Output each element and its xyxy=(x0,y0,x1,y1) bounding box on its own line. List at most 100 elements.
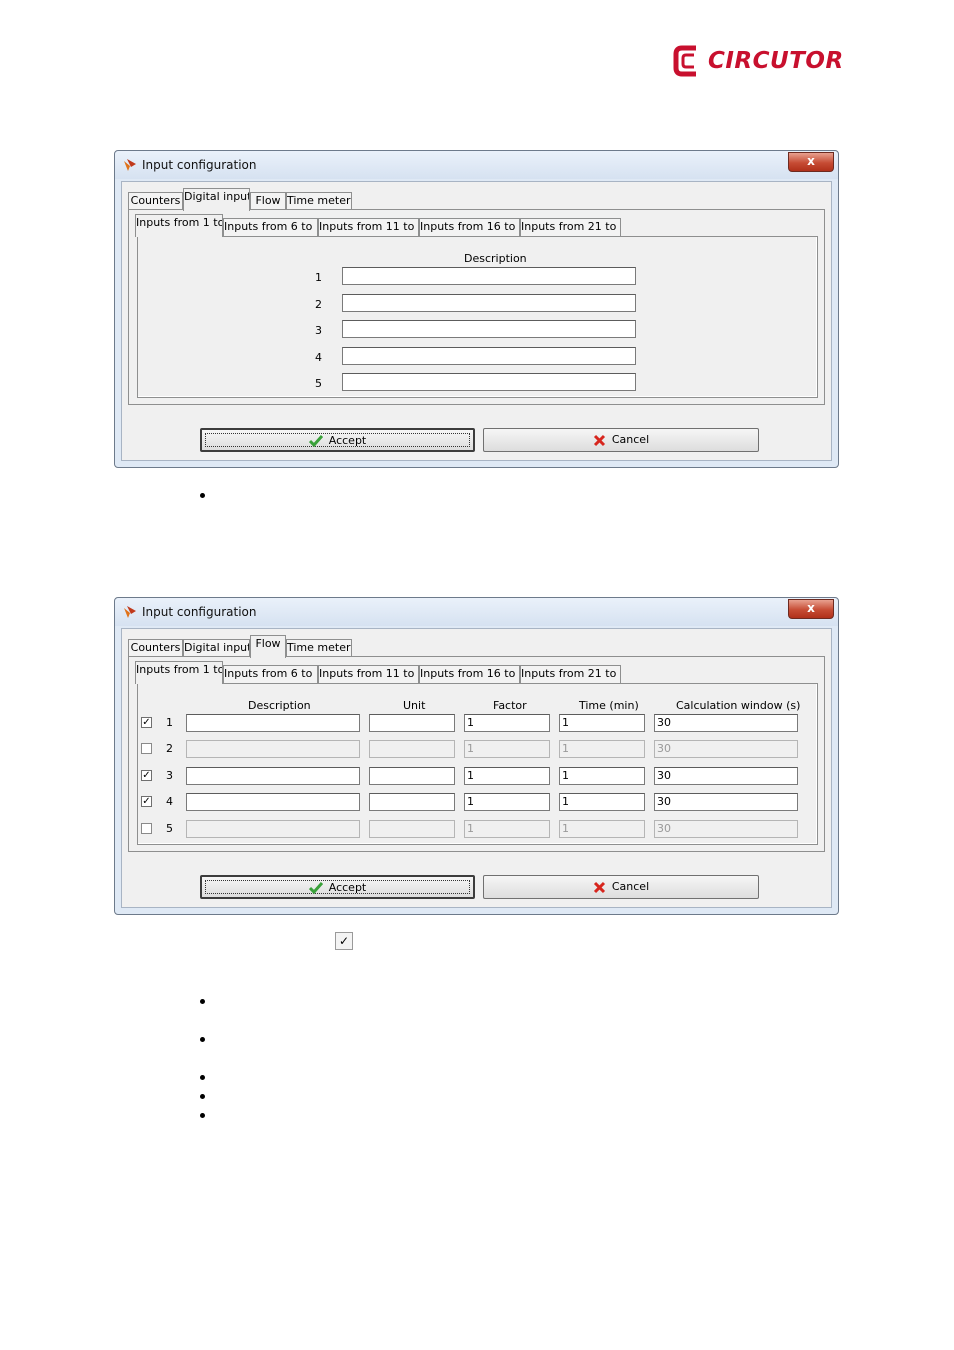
row-number: 5 xyxy=(166,822,173,835)
description-input xyxy=(186,740,360,758)
cancel-label: Cancel xyxy=(611,880,650,893)
factor-input[interactable]: 1 xyxy=(464,793,550,811)
row-enable-checkbox[interactable]: ✓ xyxy=(141,770,152,781)
description-input[interactable] xyxy=(342,347,636,365)
column-header-description: Description xyxy=(464,252,527,265)
logo-text: CIRCUTOR xyxy=(708,48,844,74)
tab-time-meters[interactable]: Time meters xyxy=(286,639,352,657)
tab-digital-inputs[interactable]: Digital inputs xyxy=(183,188,250,211)
tab-counters[interactable]: Counters xyxy=(128,192,183,210)
time-input: 1 xyxy=(559,740,645,758)
tab-panel: Inputs from 1 to 5 Inputs from 6 to 10 I… xyxy=(128,656,825,852)
input-config-window-digital: Input configuration x Counters Digital i… xyxy=(114,150,839,468)
bullet xyxy=(200,1075,205,1080)
row-number: 4 xyxy=(315,351,322,364)
row-enable-checkbox[interactable]: ✓ xyxy=(141,717,152,728)
tab-time-meters[interactable]: Time meters xyxy=(286,192,352,210)
description-input[interactable] xyxy=(186,714,360,732)
row-number: 2 xyxy=(315,298,322,311)
calc-window-input: 30 xyxy=(654,820,798,838)
bullet xyxy=(200,999,205,1004)
flow-panel: Description Unit Factor Time (min) Calcu… xyxy=(137,683,818,845)
bullet xyxy=(200,493,205,498)
cancel-button[interactable]: Cancel xyxy=(483,875,759,899)
calc-window-input[interactable]: 30 xyxy=(654,714,798,732)
dialog-client: Counters Digital inputs Flow Time meters… xyxy=(121,181,832,461)
calc-window-input[interactable]: 30 xyxy=(654,767,798,785)
row-enable-checkbox[interactable]: ✓ xyxy=(141,796,152,807)
unit-input xyxy=(369,820,455,838)
time-input[interactable]: 1 xyxy=(559,767,645,785)
factor-input[interactable]: 1 xyxy=(464,714,550,732)
subtab-1-5[interactable]: Inputs from 1 to 5 xyxy=(135,661,223,684)
subtab-11-15[interactable]: Inputs from 11 to 15 xyxy=(318,665,419,683)
accept-button[interactable]: Accept xyxy=(200,428,475,452)
subtab-11-15[interactable]: Inputs from 11 to 15 xyxy=(318,218,419,236)
calc-window-input: 30 xyxy=(654,740,798,758)
description-input[interactable] xyxy=(342,373,636,391)
cancel-x-icon xyxy=(593,881,605,893)
unit-input xyxy=(369,740,455,758)
subtab-6-10[interactable]: Inputs from 6 to 10 xyxy=(223,665,318,683)
subtab-16-20[interactable]: Inputs from 16 to 20 xyxy=(419,665,520,683)
subtab-21-25[interactable]: Inputs from 21 to 25 xyxy=(520,218,621,236)
header-factor: Factor xyxy=(493,699,527,712)
app-icon xyxy=(124,606,136,618)
accept-label: Accept xyxy=(328,434,367,447)
app-icon xyxy=(124,159,136,171)
cancel-button[interactable]: Cancel xyxy=(483,428,759,452)
description-input[interactable] xyxy=(342,294,636,312)
circutor-logo-mark-icon xyxy=(673,45,696,77)
unit-input[interactable] xyxy=(369,714,455,732)
bullet xyxy=(200,1094,205,1099)
title-bar: Input configuration x xyxy=(115,598,838,626)
description-input[interactable] xyxy=(342,267,636,285)
checkmark-icon xyxy=(308,882,323,894)
row-enable-checkbox[interactable] xyxy=(141,743,152,754)
row-enable-checkbox[interactable] xyxy=(141,823,152,834)
close-button[interactable]: x xyxy=(788,599,834,619)
time-input[interactable]: 1 xyxy=(559,793,645,811)
factor-input[interactable]: 1 xyxy=(464,767,550,785)
cancel-label: Cancel xyxy=(611,433,650,446)
circutor-logo: CIRCUTOR xyxy=(672,44,844,80)
description-input[interactable] xyxy=(186,793,360,811)
calc-window-input[interactable]: 30 xyxy=(654,793,798,811)
dialog-client: Counters Digital inputs Flow Time meters… xyxy=(121,628,832,908)
description-input[interactable] xyxy=(342,320,636,338)
bullet xyxy=(200,1113,205,1118)
row-number: 4 xyxy=(166,795,173,808)
time-input: 1 xyxy=(559,820,645,838)
tab-counters[interactable]: Counters xyxy=(128,639,183,657)
accept-button[interactable]: Accept xyxy=(200,875,475,899)
description-input[interactable] xyxy=(186,767,360,785)
header-unit: Unit xyxy=(403,699,426,712)
tab-flow[interactable]: Flow xyxy=(250,635,286,658)
row-number: 1 xyxy=(315,271,322,284)
inline-checkbox-icon: ✓ xyxy=(335,932,353,950)
tab-panel: Inputs from 1 to 5 Inputs from 6 to 10 I… xyxy=(128,209,825,405)
row-number: 2 xyxy=(166,742,173,755)
tab-flow[interactable]: Flow xyxy=(250,192,286,210)
tab-digital-inputs[interactable]: Digital inputs xyxy=(183,639,250,657)
subtab-21-25[interactable]: Inputs from 21 to 25 xyxy=(520,665,621,683)
unit-input[interactable] xyxy=(369,793,455,811)
time-input[interactable]: 1 xyxy=(559,714,645,732)
input-config-window-flow: Input configuration x Counters Digital i… xyxy=(114,597,839,915)
title-bar: Input configuration x xyxy=(115,151,838,179)
row-number: 5 xyxy=(315,377,322,390)
accept-label: Accept xyxy=(328,881,367,894)
close-button[interactable]: x xyxy=(788,152,834,172)
header-description: Description xyxy=(248,699,311,712)
factor-input: 1 xyxy=(464,820,550,838)
unit-input[interactable] xyxy=(369,767,455,785)
factor-input: 1 xyxy=(464,740,550,758)
bullet xyxy=(200,1037,205,1042)
subtab-6-10[interactable]: Inputs from 6 to 10 xyxy=(223,218,318,236)
subtab-1-5[interactable]: Inputs from 1 to 5 xyxy=(135,214,223,237)
row-number: 3 xyxy=(166,769,173,782)
description-input xyxy=(186,820,360,838)
window-title: Input configuration xyxy=(142,158,257,172)
row-number: 3 xyxy=(315,324,322,337)
subtab-16-20[interactable]: Inputs from 16 to 20 xyxy=(419,218,520,236)
